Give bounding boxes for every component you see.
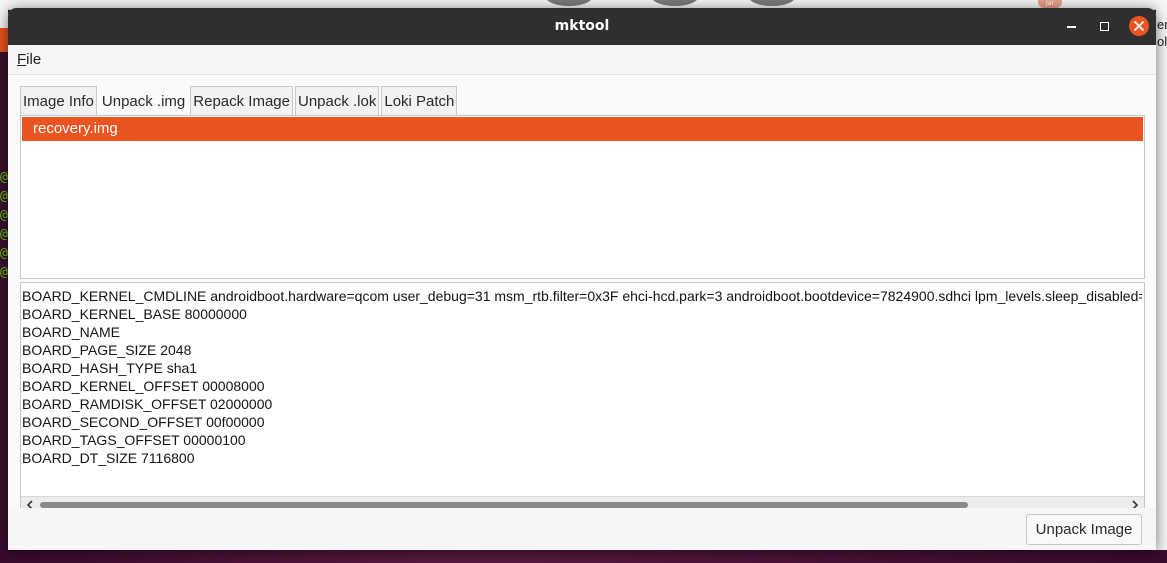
info-line: BOARD_DT_SIZE 7116800: [22, 450, 195, 466]
tab-loki-patch[interactable]: Loki Patch: [381, 86, 458, 115]
title-bar[interactable]: mktool: [8, 8, 1156, 45]
tab-bar: Image Info Unpack .img Repack Image Unpa…: [20, 86, 459, 115]
minimize-button[interactable]: [1061, 16, 1081, 36]
info-text: BOARD_KERNEL_CMDLINE androidboot.hardwar…: [22, 287, 1142, 467]
maximize-button[interactable]: [1094, 16, 1114, 36]
file-list[interactable]: recovery.img: [20, 115, 1145, 279]
menu-file[interactable]: File: [17, 50, 41, 70]
tab-image-info[interactable]: Image Info: [20, 86, 97, 115]
info-line: BOARD_PAGE_SIZE 2048: [22, 342, 192, 358]
background-right-window: [1156, 0, 1167, 563]
button-bar: Unpack Image: [8, 508, 1156, 550]
list-item-selected[interactable]: recovery.img: [22, 117, 1143, 141]
info-line: BOARD_NAME: [22, 324, 121, 340]
info-line: BOARD_TAGS_OFFSET 00000100: [22, 432, 246, 448]
window-title: mktool: [554, 18, 610, 34]
info-line: BOARD_RAMDISK_OFFSET 02000000: [22, 396, 273, 412]
background-right-text: er ols: [1157, 17, 1167, 49]
menu-bar: File: [8, 45, 1156, 75]
minimize-icon: [1066, 26, 1076, 28]
close-icon: [1134, 21, 1144, 31]
tab-widget: Image Info Unpack .img Repack Image Unpa…: [20, 86, 1145, 514]
mktool-window: mktool File Image Info Unpack .img Repac…: [8, 8, 1156, 550]
image-info-output[interactable]: BOARD_KERNEL_CMDLINE androidboot.hardwar…: [20, 282, 1145, 514]
tab-unpack-img[interactable]: Unpack .img: [98, 86, 189, 115]
info-line: BOARD_KERNEL_OFFSET 00008000: [22, 378, 265, 394]
info-line: BOARD_KERNEL_BASE 80000000: [22, 306, 247, 322]
desktop-wallpaper: [0, 550, 1167, 563]
info-line: BOARD_SECOND_OFFSET 00f00000: [22, 414, 265, 430]
menu-file-label: ile: [26, 51, 42, 68]
maximize-icon: [1099, 21, 1109, 31]
background-terminal-text: @ @ @ @ @ @: [0, 170, 8, 280]
info-line: BOARD_HASH_TYPE sha1: [22, 360, 198, 376]
tab-unpack-lok[interactable]: Unpack .lok: [294, 86, 380, 115]
tab-repack-image[interactable]: Repack Image: [190, 86, 293, 115]
background-badge: Jar: [1038, 0, 1062, 8]
menu-file-accelerator: F: [17, 51, 27, 68]
info-line: BOARD_KERNEL_CMDLINE androidboot.hardwar…: [22, 288, 1142, 304]
unpack-image-button[interactable]: Unpack Image: [1026, 514, 1142, 545]
close-button[interactable]: [1129, 16, 1149, 36]
